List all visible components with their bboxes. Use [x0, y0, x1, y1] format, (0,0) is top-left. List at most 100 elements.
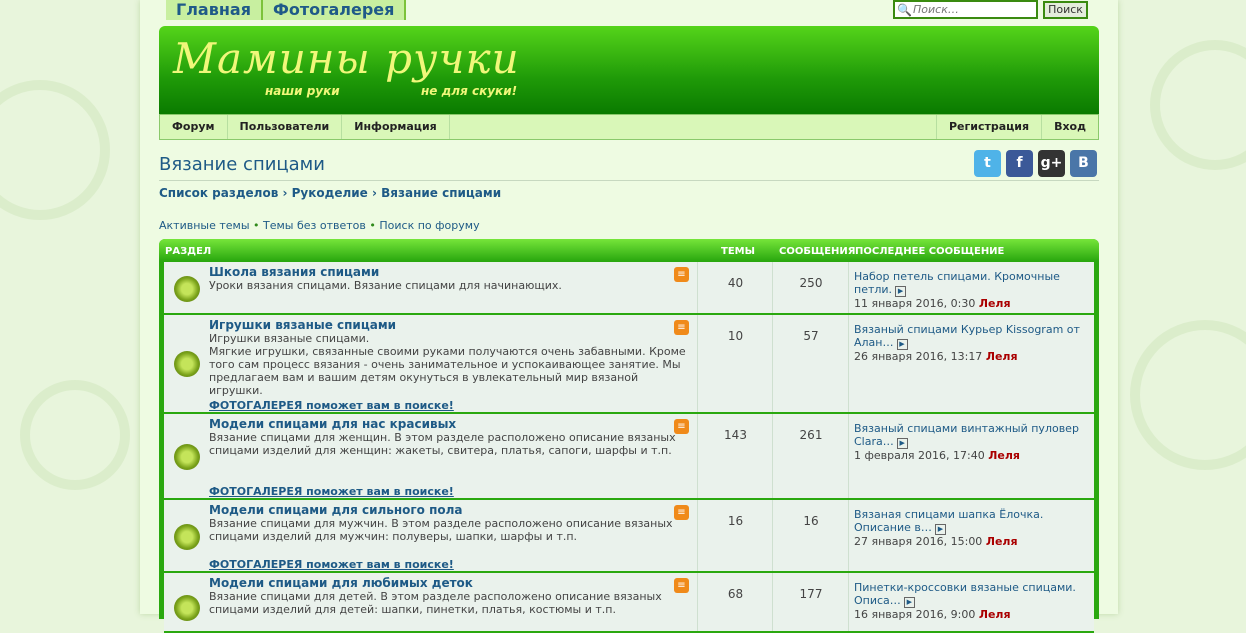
- last-post-date: 16 января 2016, 9:00: [854, 608, 976, 621]
- forum-description: Вязание спицами для женщин. В этом разде…: [209, 431, 676, 457]
- nav-register[interactable]: Регистрация: [935, 115, 1041, 139]
- goto-post-icon[interactable]: ▶: [896, 438, 908, 449]
- breadcrumb: Список разделов › Рукоделие › Вязание сп…: [159, 186, 501, 200]
- posts-count: 16: [772, 500, 849, 571]
- nav-login[interactable]: Вход: [1041, 115, 1098, 139]
- header-section: Раздел: [165, 246, 212, 257]
- forum-row: Школа вязания спицами Уроки вязания спиц…: [164, 262, 1094, 315]
- forum-description: Уроки вязания спицами. Вязание спицами д…: [209, 279, 562, 292]
- last-post-author[interactable]: Леля: [986, 535, 1018, 548]
- topics-count: 40: [697, 262, 773, 313]
- goto-post-icon[interactable]: ▶: [896, 339, 908, 350]
- goto-post-icon[interactable]: ▶: [895, 286, 907, 297]
- google-plus-icon[interactable]: g+: [1038, 150, 1065, 177]
- topics-count: 16: [697, 500, 773, 571]
- forum-read-icon: [174, 351, 200, 377]
- topics-count: 10: [697, 315, 773, 412]
- rss-icon[interactable]: ≡: [674, 320, 689, 335]
- last-post-date: 1 февраля 2016, 17:40: [854, 449, 985, 462]
- last-post-link[interactable]: Набор петель спицами. Кромочные петли.: [854, 270, 1060, 296]
- search-box: 🔍: [893, 0, 1038, 19]
- last-post-link[interactable]: Вязаный спицами винтажный пуловер Clara…: [854, 422, 1079, 448]
- nav-forum[interactable]: Форум: [160, 115, 228, 139]
- forum-row: Модели спицами для нас красивых Вязание …: [164, 414, 1094, 500]
- rss-icon[interactable]: ≡: [674, 578, 689, 593]
- posts-count: 57: [772, 315, 849, 412]
- search-button[interactable]: Поиск: [1043, 1, 1088, 19]
- forum-title-link[interactable]: Модели спицами для нас красивых: [209, 417, 456, 431]
- last-post: Вязаный спицами винтажный пуловер Clara……: [848, 414, 1095, 498]
- nav-users[interactable]: Пользователи: [228, 115, 343, 139]
- separator-dot: •: [253, 219, 260, 232]
- breadcrumb-separator: ›: [282, 186, 288, 200]
- forum-title-link[interactable]: Модели спицами для сильного пола: [209, 503, 463, 517]
- forum-row: Модели спицами для любимых деток Вязание…: [164, 573, 1094, 633]
- active-topics-link[interactable]: Активные темы: [159, 219, 250, 232]
- last-post: Вязаная спицами шапка Ёлочка. Описание в…: [848, 500, 1095, 571]
- home-link[interactable]: Главная: [166, 0, 263, 20]
- facebook-icon[interactable]: f: [1006, 150, 1033, 177]
- search-icon: 🔍: [897, 2, 912, 17]
- gallery-link[interactable]: ФОТОГАЛЕРЕЯ поможет вам в поиске!: [209, 485, 454, 498]
- top-nav: Главная Фотогалерея: [166, 0, 407, 20]
- site-logo[interactable]: Мамины ручки: [173, 34, 520, 83]
- header-last-post: Последнее сообщение: [855, 246, 1005, 257]
- topics-count: 68: [697, 573, 773, 631]
- goto-post-icon[interactable]: ▶: [903, 597, 915, 608]
- title-divider: [159, 180, 1099, 181]
- nav-info[interactable]: Информация: [342, 115, 450, 139]
- forum-read-icon: [174, 595, 200, 621]
- logo-tagline-2: не для скуки!: [421, 84, 518, 98]
- last-post-date: 11 января 2016, 0:30: [854, 297, 976, 310]
- topics-count: 143: [697, 414, 773, 498]
- forum-read-icon: [174, 444, 200, 470]
- breadcrumb-item[interactable]: Рукоделие: [292, 186, 368, 200]
- breadcrumb-separator: ›: [372, 186, 377, 200]
- goto-post-icon[interactable]: ▶: [934, 524, 946, 535]
- logo-tagline-1: наши руки: [265, 84, 340, 98]
- forum-row: Игрушки вязаные спицами Игрушки вязаные …: [164, 315, 1094, 414]
- forum-description: Вязание спицами для мужчин. В этом разде…: [209, 517, 673, 543]
- unanswered-topics-link[interactable]: Темы без ответов: [263, 219, 366, 232]
- posts-count: 261: [772, 414, 849, 498]
- main-navbar: Форум Пользователи Информация Регистраци…: [159, 114, 1099, 140]
- rss-icon[interactable]: ≡: [674, 505, 689, 520]
- gallery-link[interactable]: ФОТОГАЛЕРЕЯ поможет вам в поиске!: [209, 558, 454, 571]
- forum-list: Раздел Темы Сообщения Последнее сообщени…: [159, 239, 1099, 633]
- search-input[interactable]: [913, 3, 1033, 16]
- breadcrumb-item[interactable]: Вязание спицами: [381, 186, 501, 200]
- forum-title-link[interactable]: Игрушки вязаные спицами: [209, 318, 396, 332]
- last-post-author[interactable]: Леля: [986, 350, 1018, 363]
- header-banner: Мамины ручки наши руки не для скуки!: [159, 26, 1099, 114]
- forum-row: Модели спицами для сильного пола Вязание…: [164, 500, 1094, 573]
- last-post-link[interactable]: Вязаная спицами шапка Ёлочка. Описание в…: [854, 508, 1043, 534]
- forum-read-icon: [174, 276, 200, 302]
- background-flower: [0, 80, 110, 220]
- rss-icon[interactable]: ≡: [674, 267, 689, 282]
- vk-icon[interactable]: B: [1070, 150, 1097, 177]
- last-post-author[interactable]: Леля: [979, 297, 1011, 310]
- gallery-link[interactable]: ФОТОГАЛЕРЕЯ поможет вам в поиске!: [209, 399, 454, 412]
- forum-description: Вязание спицами для детей. В этом раздел…: [209, 590, 662, 616]
- header-topics: Темы: [721, 246, 755, 257]
- twitter-icon[interactable]: t: [974, 150, 1001, 177]
- last-post-author[interactable]: Леля: [979, 608, 1011, 621]
- breadcrumb-item[interactable]: Список разделов: [159, 186, 278, 200]
- last-post: Вязаный спицами Курьер Kissogram от Алан…: [848, 315, 1095, 412]
- last-post-date: 27 января 2016, 15:00: [854, 535, 983, 548]
- header-posts: Сообщения: [779, 246, 856, 257]
- last-post-link[interactable]: Пинетки-кроссовки вязаные спицами. Описа…: [854, 581, 1076, 607]
- rss-icon[interactable]: ≡: [674, 419, 689, 434]
- last-post-date: 26 января 2016, 13:17: [854, 350, 983, 363]
- gallery-link[interactable]: Фотогалерея: [262, 0, 407, 20]
- last-post-link[interactable]: Вязаный спицами Курьер Kissogram от Алан…: [854, 323, 1080, 349]
- background-flower: [1130, 320, 1246, 470]
- last-post-author[interactable]: Леля: [988, 449, 1020, 462]
- forum-search-link[interactable]: Поиск по форуму: [379, 219, 479, 232]
- quick-links: Активные темы • Темы без ответов • Поиск…: [159, 219, 480, 232]
- forum-read-icon: [174, 524, 200, 550]
- forum-description: Игрушки вязаные спицами. Мягкие игрушки,…: [209, 332, 686, 397]
- forum-title-link[interactable]: Модели спицами для любимых деток: [209, 576, 473, 590]
- forum-title-link[interactable]: Школа вязания спицами: [209, 265, 379, 279]
- page-title: Вязание спицами: [159, 154, 325, 175]
